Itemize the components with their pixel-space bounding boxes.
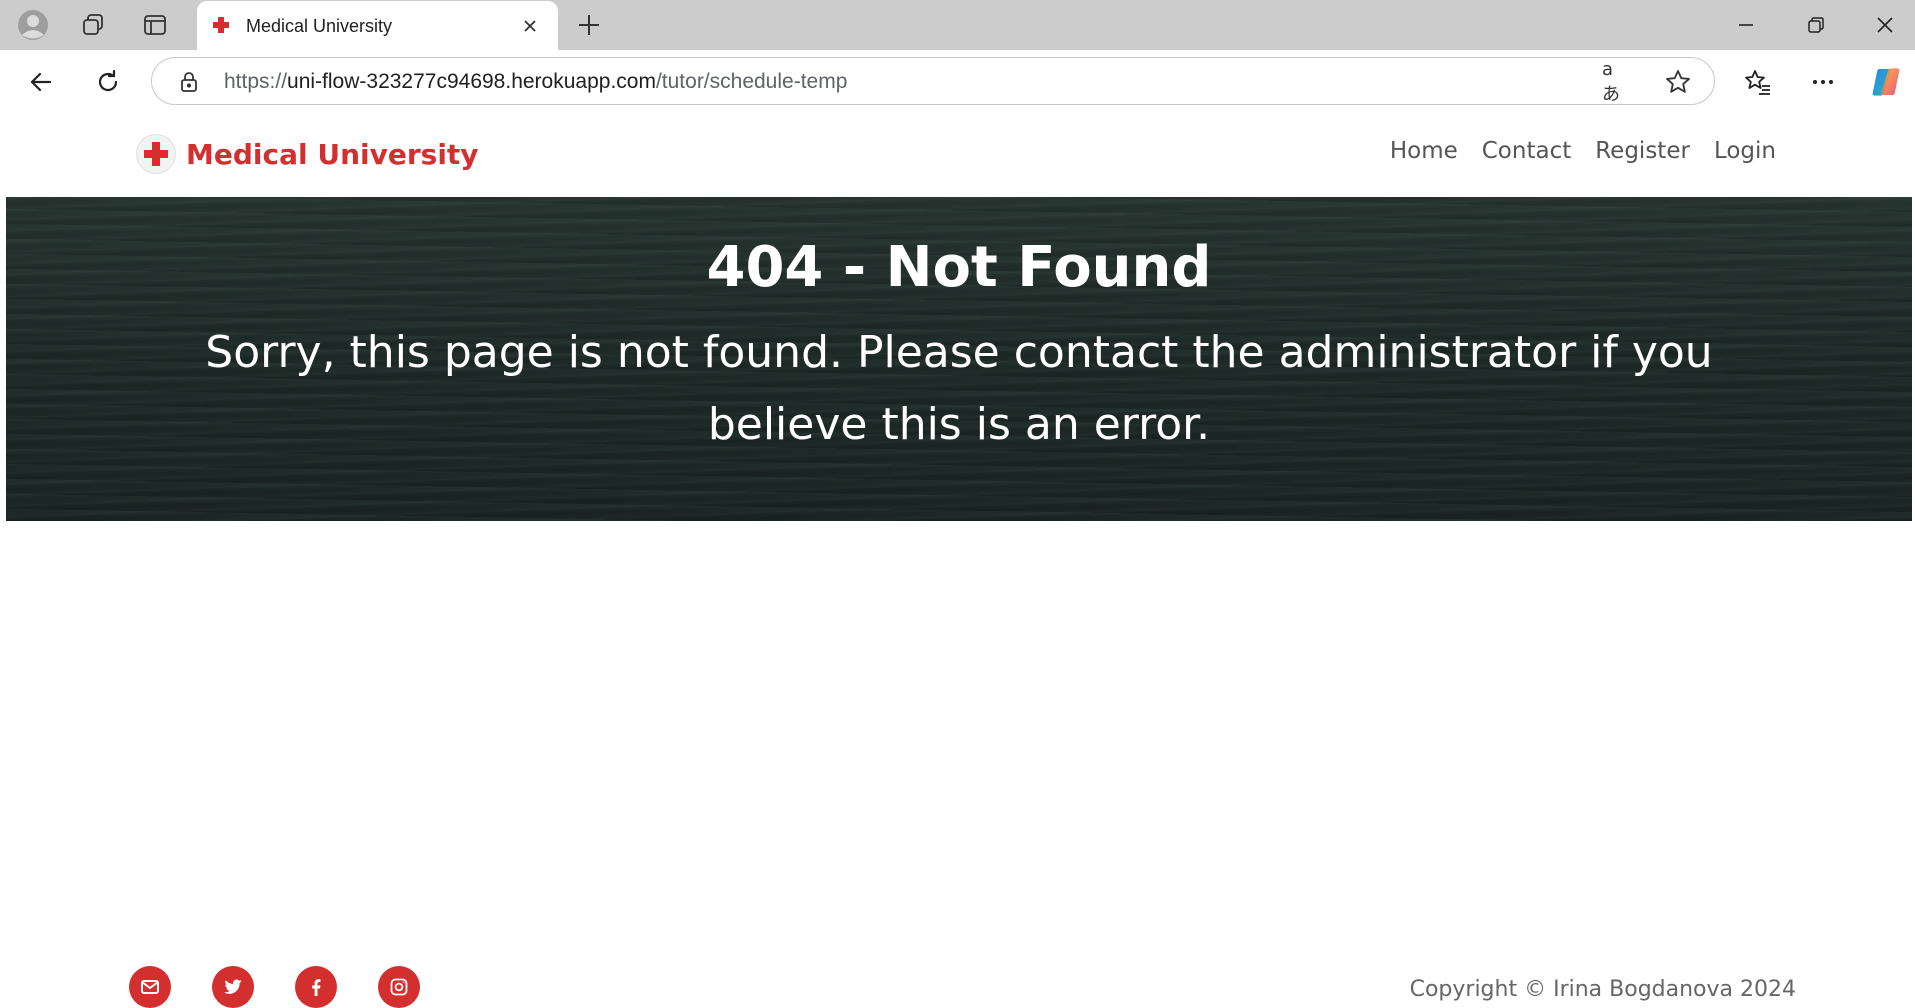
- error-message: Sorry, this page is not found. Please co…: [205, 327, 1713, 450]
- facebook-icon[interactable]: [295, 966, 337, 1008]
- restore-icon[interactable]: [1797, 6, 1835, 44]
- tab-close-icon[interactable]: [517, 13, 543, 39]
- error-title: 404 - Not Found: [706, 235, 1212, 300]
- minimize-icon[interactable]: [1727, 6, 1765, 44]
- workspaces-icon[interactable]: [74, 6, 112, 44]
- lock-icon[interactable]: [178, 71, 200, 93]
- brand-name: Medical University: [186, 137, 479, 171]
- twitter-icon[interactable]: [212, 966, 254, 1008]
- url-host: uni-flow-323277c94698.herokuapp.com: [287, 70, 656, 93]
- address-bar[interactable]: https://uni-flow-323277c94698.herokuapp.…: [151, 57, 1715, 105]
- nav-link-contact[interactable]: Contact: [1470, 138, 1583, 164]
- url-scheme: https://: [224, 70, 288, 93]
- tab-title: Medical University: [246, 16, 393, 36]
- site-footer: Copyright © Irina Bogdanova 2024: [6, 942, 1912, 1008]
- error-hero-banner: 404 - Not Found Sorry, this page is not …: [6, 197, 1912, 521]
- nav-link-register[interactable]: Register: [1583, 138, 1702, 164]
- nav-link-home[interactable]: Home: [1378, 138, 1470, 164]
- email-icon[interactable]: [129, 966, 171, 1008]
- active-tab[interactable]: Medical University: [197, 1, 558, 50]
- refresh-icon[interactable]: [88, 62, 128, 102]
- browser-toolbar: https://uni-flow-323277c94698.herokuapp.…: [0, 50, 1915, 112]
- profile-icon[interactable]: [14, 6, 52, 44]
- web-page: Medical University Home Contact Register…: [6, 112, 1912, 1008]
- close-window-icon[interactable]: [1866, 6, 1904, 44]
- brand[interactable]: Medical University: [136, 132, 479, 176]
- new-tab-icon[interactable]: [570, 6, 608, 44]
- site-navbar: Medical University Home Contact Register…: [6, 112, 1912, 197]
- tab-actions-icon[interactable]: [136, 6, 174, 44]
- favorite-star-icon[interactable]: [1664, 68, 1692, 96]
- favorites-icon[interactable]: [1738, 62, 1778, 102]
- url-path: /tutor/schedule-temp: [655, 70, 848, 93]
- read-aloud-icon[interactable]: aあ: [1602, 59, 1630, 105]
- copyright-text: Copyright © Irina Bogdanova 2024: [1409, 977, 1796, 1002]
- red-cross-icon: [136, 134, 176, 174]
- nav-links: Home Contact Register Login: [1378, 138, 1788, 164]
- browser-tabstrip: Medical University: [0, 0, 1915, 50]
- red-cross-icon: [211, 15, 231, 35]
- url-text[interactable]: https://uni-flow-323277c94698.herokuapp.…: [224, 70, 847, 94]
- instagram-icon[interactable]: [378, 966, 420, 1008]
- nav-link-login[interactable]: Login: [1702, 138, 1788, 164]
- copilot-icon[interactable]: [1866, 62, 1906, 102]
- more-icon[interactable]: [1803, 62, 1843, 102]
- back-icon[interactable]: [21, 62, 61, 102]
